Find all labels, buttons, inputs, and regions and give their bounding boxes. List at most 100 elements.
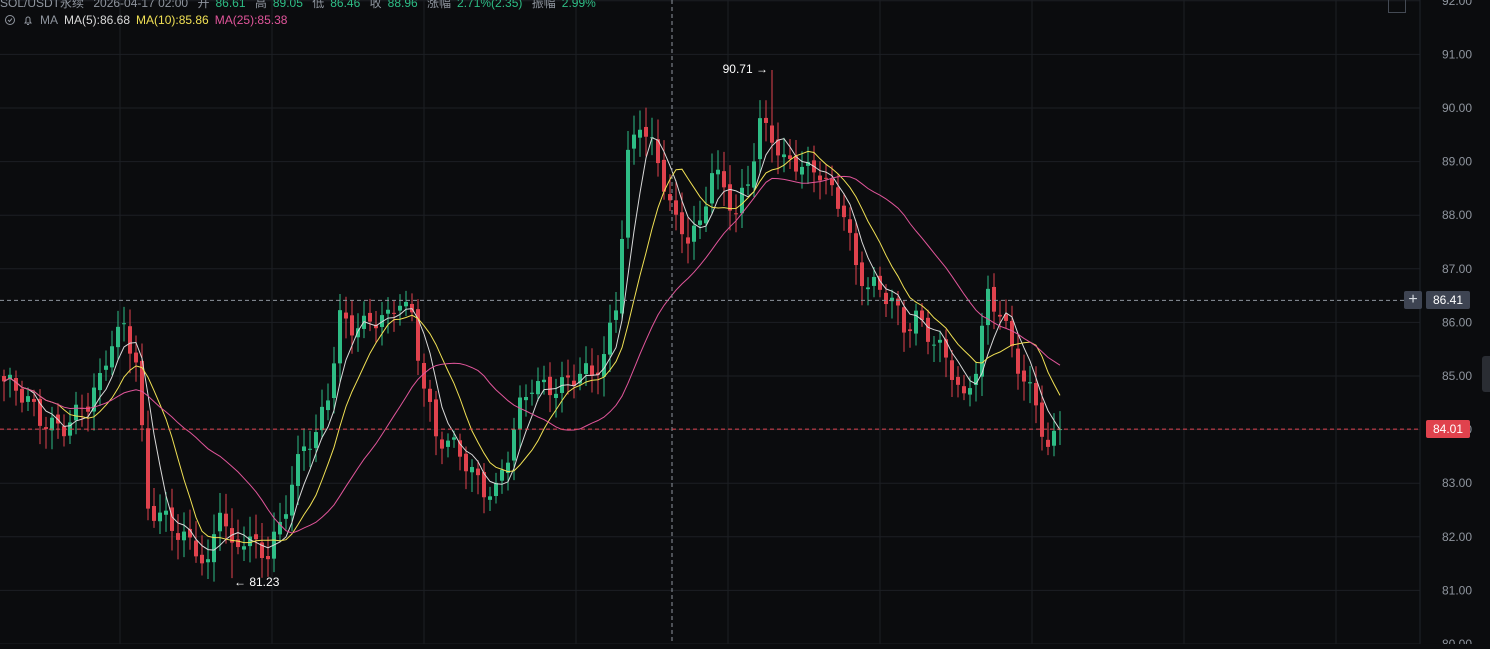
add-alert-button[interactable]: + — [1404, 291, 1422, 309]
candle-body — [494, 482, 498, 497]
y-tick-label: 82.00 — [1442, 530, 1472, 544]
candle-body — [182, 531, 186, 541]
candle-body — [800, 166, 804, 175]
candles — [2, 69, 1062, 582]
amp-value: 2.99% — [561, 0, 596, 10]
candle-body — [524, 397, 528, 401]
candle-body — [944, 339, 948, 358]
close-value: 88.96 — [387, 0, 418, 10]
candle-body — [266, 556, 270, 560]
y-tick-label: 91.00 — [1442, 47, 1472, 61]
candle-body — [368, 312, 372, 322]
candlestick-chart[interactable]: 80.0081.0082.0083.0084.0085.0086.0087.00… — [0, 0, 1490, 649]
candle-body — [470, 467, 474, 473]
candle-body — [824, 177, 828, 179]
candle-body — [704, 206, 708, 224]
candle-body — [308, 448, 312, 450]
candle-body — [836, 187, 840, 209]
candle-body — [536, 381, 540, 395]
candle-body — [722, 171, 726, 188]
moving-averages — [3, 137, 1061, 551]
ma5-line — [3, 137, 1061, 551]
candle-body — [554, 393, 558, 398]
symbol-label[interactable]: SOL/USDT永续 — [0, 0, 84, 10]
change-label: 涨幅 — [427, 0, 452, 10]
candle-body — [590, 365, 594, 376]
candle-body — [14, 377, 18, 391]
high-annotation: 90.71 → — [723, 62, 768, 76]
candle-body — [200, 554, 204, 564]
ma5-value: MA(5):86.68 — [64, 13, 131, 27]
candle-body — [134, 352, 138, 363]
candle-body — [626, 149, 630, 238]
candle-body — [440, 439, 444, 449]
candle-body — [932, 344, 936, 346]
candle-body — [284, 514, 288, 519]
candle-body — [662, 159, 666, 192]
price-axis: 80.0081.0082.0083.0084.0085.0086.0087.00… — [1442, 0, 1472, 649]
chart-canvas[interactable]: 80.0081.0082.0083.0084.0085.0086.0087.00… — [0, 0, 1490, 649]
open-value: 86.61 — [215, 0, 246, 10]
settings-icon[interactable] — [4, 14, 16, 26]
candle-body — [746, 184, 750, 186]
bell-icon[interactable] — [22, 14, 34, 26]
amp-label: 振幅 — [531, 0, 556, 10]
candle-body — [680, 212, 684, 235]
candle-body — [446, 440, 450, 447]
candle-body — [428, 388, 432, 402]
candle-body — [386, 309, 390, 314]
candle-body — [98, 373, 102, 391]
y-tick-label: 81.00 — [1442, 583, 1472, 597]
close-label: 收 — [369, 0, 382, 10]
candle-body — [644, 126, 648, 137]
candle-body — [620, 238, 624, 314]
ma-legend: MA MA(5):86.68 MA(10):85.86 MA(25):85.38 — [4, 12, 287, 28]
candle-body — [314, 432, 318, 449]
candle-body — [752, 161, 756, 188]
candle-body — [254, 534, 258, 540]
candle-body — [332, 363, 336, 399]
candle-body — [404, 301, 408, 307]
ma10-value: MA(10):85.86 — [136, 13, 209, 27]
candle-body — [902, 307, 906, 333]
crosshair-price-tag: 86.41 — [1426, 291, 1470, 310]
y-tick-label: 92.00 — [1442, 0, 1472, 8]
candle-body — [452, 437, 456, 440]
candle-body — [344, 312, 348, 319]
candle-body — [710, 173, 714, 204]
candle-body — [632, 134, 636, 149]
y-tick-label: 80.00 — [1442, 637, 1472, 644]
last-price-tag: 84.01 — [1426, 420, 1470, 439]
candle-body — [530, 392, 534, 394]
candle-body — [338, 310, 342, 364]
candle-body — [86, 406, 90, 412]
candle-body — [392, 312, 396, 314]
y-tick-label: 86.00 — [1442, 315, 1472, 329]
candle-body — [926, 317, 930, 342]
candle-body — [464, 453, 468, 472]
candle-body — [950, 360, 954, 380]
candle-body — [194, 540, 198, 557]
candle-body — [62, 426, 66, 437]
candle-body — [692, 225, 696, 242]
candle-body — [32, 398, 36, 402]
open-label: 开 — [197, 0, 210, 10]
high-label: 高 — [254, 0, 267, 10]
candle-body — [116, 326, 120, 348]
candle-body — [896, 298, 900, 306]
candle-body — [1028, 382, 1032, 384]
candle-body — [224, 513, 228, 527]
fullscreen-icon[interactable] — [1388, 0, 1406, 13]
candle-body — [608, 322, 612, 355]
candle-body — [302, 446, 306, 452]
candle-body — [758, 118, 762, 160]
candle-body — [290, 484, 294, 516]
candle-body — [74, 404, 78, 421]
ma10-line — [3, 150, 1061, 544]
high-value: 89.05 — [272, 0, 303, 10]
ma-indicator-name[interactable]: MA — [40, 13, 58, 27]
candle-body — [206, 559, 210, 563]
candle-body — [1040, 402, 1044, 437]
candle-body — [566, 375, 570, 378]
side-panel-handle[interactable] — [1482, 356, 1490, 392]
